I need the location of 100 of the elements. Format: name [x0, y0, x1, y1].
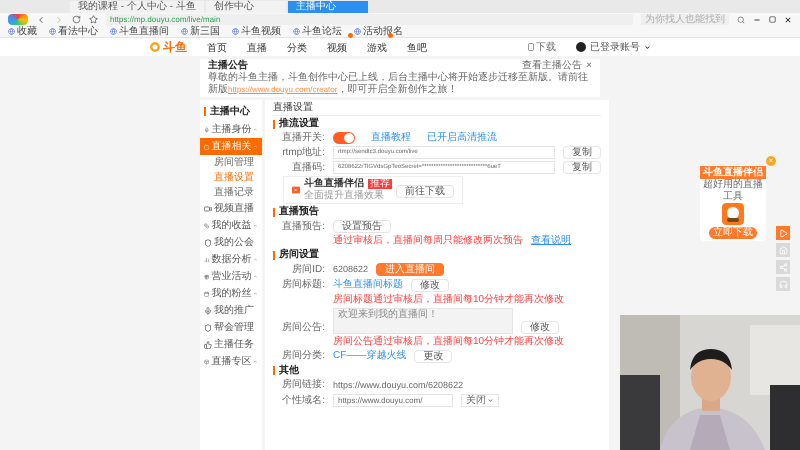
bookmark[interactable]: 斗鱼直播间 — [119, 26, 169, 38]
ad-header: 斗鱼直播伴侣 — [700, 166, 766, 179]
row-label: 房间标题: — [281, 279, 325, 291]
microphone-icon — [204, 126, 210, 134]
bookmark[interactable]: 斗鱼视频 — [241, 26, 281, 38]
row-label: 直播预告: — [281, 220, 325, 232]
submenu-item[interactable]: 房间管理 — [200, 155, 262, 170]
bookmark[interactable]: 看法中心 — [58, 26, 98, 38]
menu-label: 主播身份 — [211, 122, 252, 137]
coins-icon — [204, 222, 210, 230]
notice-title: 主播公告 — [208, 60, 248, 72]
box-icon — [204, 358, 210, 366]
caret-icon — [487, 397, 494, 404]
share-icon — [778, 262, 788, 272]
row-label: 房间分类: — [281, 350, 325, 362]
sidebar-item[interactable]: 我的收益 — [200, 217, 262, 234]
close-button[interactable]: × — [586, 61, 592, 71]
sidebar-item[interactable]: 直播专区 — [200, 353, 262, 370]
globe-icon — [181, 28, 188, 35]
edit-button[interactable]: 更改 — [414, 350, 452, 362]
sidebar-item[interactable]: 营业活动 — [200, 268, 262, 285]
caret-icon — [253, 256, 258, 263]
gift-icon — [204, 272, 210, 280]
shield-icon — [204, 324, 212, 332]
globe-icon — [110, 28, 117, 35]
sidebar-item[interactable]: 帮会管理 — [200, 319, 262, 336]
submenu-item[interactable]: 直播记录 — [200, 185, 262, 200]
download-link[interactable]: 下载 — [536, 40, 556, 54]
sidebar-item[interactable]: 我的公会 — [200, 234, 262, 251]
browser-tab[interactable]: 创作中心 — [206, 1, 286, 13]
video-icon — [204, 204, 212, 212]
page-title: 直播设置 — [273, 102, 601, 116]
nav-link[interactable]: 游戏 — [367, 43, 387, 54]
notice-more-link[interactable]: 查看主播公告 — [522, 60, 582, 72]
ad-subtitle: 超好用的直播工具 — [702, 179, 764, 203]
caret-icon — [253, 222, 258, 229]
warning-text: 通过审核后，直播间每周只能修改两次预告 — [333, 235, 523, 247]
nav-link[interactable]: 首页 — [207, 43, 227, 54]
nav-link[interactable]: 视频 — [327, 43, 347, 54]
copy-button[interactable]: 复制 — [563, 146, 601, 159]
caret-icon — [253, 143, 258, 150]
copy-button[interactable]: 复制 — [563, 161, 601, 174]
calendar-icon — [204, 290, 210, 298]
nav-link[interactable]: 分类 — [287, 43, 307, 54]
menu-label: 营业活动 — [211, 270, 252, 284]
edit-button[interactable]: 修改 — [411, 278, 449, 292]
download-button[interactable]: 前往下载 — [396, 185, 454, 198]
menu-label: 帮会管理 — [214, 320, 254, 335]
toggle-switch[interactable] — [333, 132, 355, 144]
notice-text: 尊敬的斗鱼主播，斗鱼创作中心已上线，后台主播中心将开始逐步迁移至新版。请前往新版https://www.douyu.com/creator，即可开启全新创作之旅！ — [208, 72, 589, 96]
row-label: 房间链接: — [281, 379, 325, 392]
bookmark[interactable]: 收藏 — [17, 26, 37, 38]
caret-icon[interactable] — [644, 44, 651, 50]
microphone-icon — [204, 306, 212, 314]
logo-icon — [149, 41, 161, 53]
menu-label: 直播专区 — [211, 354, 252, 369]
section-title: 推流设置 — [279, 118, 319, 130]
shield-icon — [204, 238, 212, 246]
thumbs-up-icon — [204, 340, 212, 348]
sidebar-item[interactable]: 我的推广 — [200, 302, 262, 319]
warning-text: 房间标题通过审核后，直播间每10分钟才能再次修改 — [333, 294, 564, 306]
section-title: 直播预告 — [279, 206, 319, 218]
bookmark[interactable]: 斗鱼论坛 — [302, 26, 342, 38]
avatar[interactable] — [576, 42, 586, 52]
reload-icon[interactable] — [72, 15, 81, 24]
side-tool-button[interactable] — [776, 226, 790, 240]
nav-link[interactable]: 直播 — [247, 43, 267, 54]
row-label: 直播码: — [291, 162, 325, 174]
globe-icon — [293, 28, 300, 35]
sidebar-item[interactable]: 视频直播 — [200, 200, 262, 217]
menu-label: 直播相关 — [211, 140, 252, 154]
sidebar-item[interactable]: 主播身份 — [200, 121, 262, 138]
caret-icon — [253, 290, 258, 297]
play-icon — [778, 228, 788, 238]
domain-field[interactable]: https://www.douyu.com/ — [333, 394, 453, 407]
close-icon[interactable] — [784, 16, 792, 24]
globe-icon — [232, 28, 239, 35]
browser-logo[interactable] — [8, 14, 28, 25]
set-preview-button[interactable]: 设置预告 — [333, 220, 391, 233]
tv-icon — [204, 142, 210, 150]
edit-button[interactable]: 修改 — [521, 320, 559, 334]
menu-label: 数据分析 — [211, 252, 252, 267]
menu-label: 我的推广 — [214, 304, 254, 318]
menu-label: 我的公会 — [214, 236, 254, 250]
bookmark[interactable]: 新三国 — [190, 26, 220, 38]
row-label: 直播开关: — [281, 132, 325, 144]
maximize-icon[interactable] — [769, 16, 776, 23]
search-icon[interactable] — [737, 16, 745, 24]
star-icon[interactable] — [89, 15, 98, 24]
sidebar-item[interactable]: 数据分析 — [200, 251, 262, 268]
row-label: 房间公告: — [281, 322, 325, 334]
browser-tab[interactable]: 我的课程 - 个人中心 - 斗鱼 — [70, 1, 204, 13]
row-label: 房间ID: — [291, 264, 325, 276]
section-title: 房间设置 — [279, 249, 319, 261]
promo-subtitle: 全面提升直播效果 — [304, 190, 385, 202]
user-menu[interactable]: 已登录账号 — [590, 40, 640, 54]
status-select[interactable]: 关闭 — [461, 394, 499, 407]
nav-link[interactable]: 鱼吧 — [407, 43, 427, 54]
sidebar-item[interactable]: 我的粉丝 — [200, 285, 262, 302]
sidebar-item[interactable]: 主播任务 — [200, 336, 262, 353]
